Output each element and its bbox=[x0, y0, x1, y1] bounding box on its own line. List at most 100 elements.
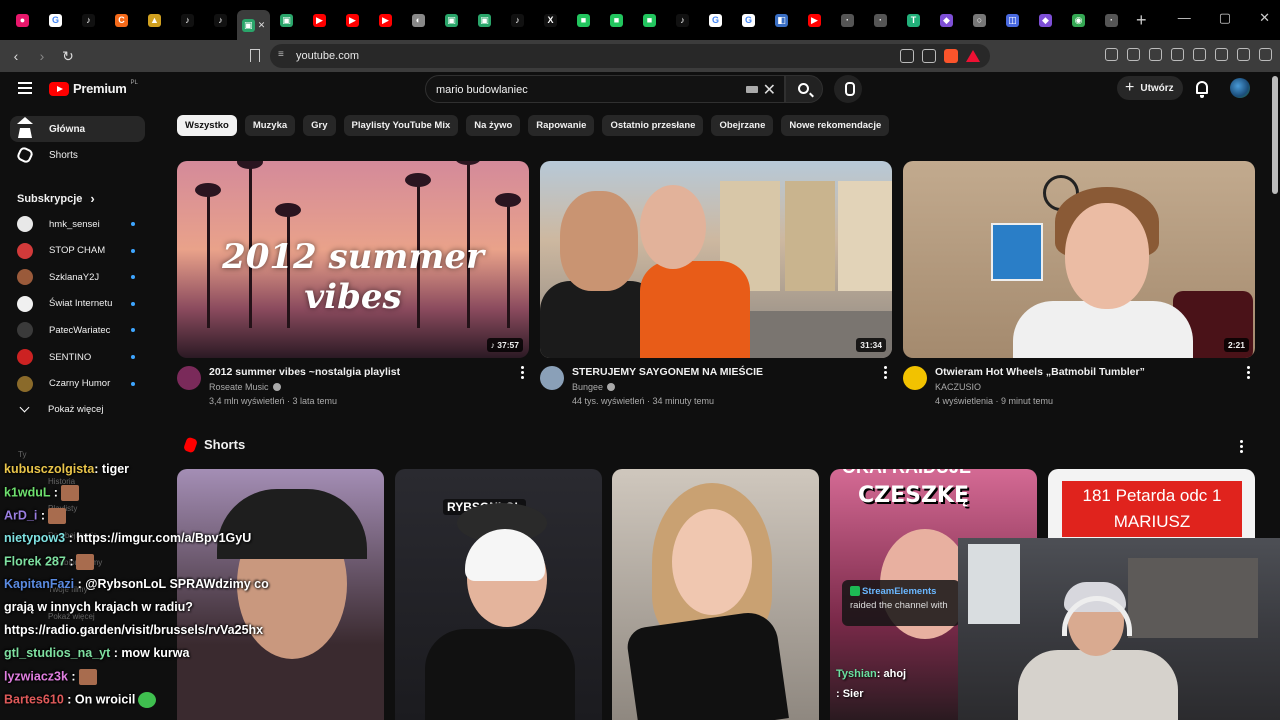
browser-tab[interactable]: ▣ bbox=[270, 7, 303, 33]
close-tab-icon[interactable]: ✕ bbox=[258, 20, 266, 31]
browser-tab[interactable]: G bbox=[39, 7, 72, 33]
filter-chip[interactable]: Rapowanie bbox=[528, 115, 595, 136]
video-card[interactable]: 31:34 STERUJEMY SAYGONEM NA MIEŚCIE Bung… bbox=[540, 161, 892, 418]
browser-tab[interactable]: ◐ bbox=[402, 7, 435, 33]
filter-chip[interactable]: Na żywo bbox=[466, 115, 521, 136]
browser-tab[interactable]: ◉ bbox=[1062, 7, 1095, 33]
browser-tab[interactable]: ▣ ✕ bbox=[237, 10, 270, 40]
youtube-premium-logo[interactable]: Premium PL bbox=[49, 80, 138, 96]
video-thumbnail[interactable]: 2012 summer vibes ♪ 37:57 bbox=[177, 161, 529, 358]
reading-list-icon[interactable] bbox=[1171, 48, 1184, 61]
media-icon[interactable] bbox=[1149, 48, 1162, 61]
page-scrollbar[interactable] bbox=[1272, 76, 1278, 194]
subscription-item[interactable]: Świat Internetu bbox=[10, 291, 145, 317]
forward-icon[interactable]: › bbox=[32, 48, 52, 64]
minimize-button[interactable]: — bbox=[1178, 10, 1191, 26]
shorts-more-icon[interactable] bbox=[1240, 440, 1244, 455]
subscription-item[interactable]: hmk_sensei bbox=[10, 211, 145, 237]
browser-tab[interactable]: · bbox=[831, 7, 864, 33]
subscription-item[interactable]: Czarny Humor bbox=[10, 371, 145, 397]
subscription-item[interactable]: STOP CHAM bbox=[10, 238, 145, 264]
filter-chip[interactable]: Muzyka bbox=[244, 115, 296, 136]
filter-chip[interactable]: Nowe rekomendacje bbox=[781, 115, 890, 136]
short-card[interactable]: RYBSONLOL bbox=[395, 469, 602, 720]
leo-ai-icon[interactable] bbox=[1215, 48, 1228, 61]
browser-tab[interactable]: ▶ bbox=[303, 7, 336, 33]
video-card[interactable]: 2:21 Otwieram Hot Wheels „Batmobil Tumbl… bbox=[903, 161, 1255, 418]
filter-chip[interactable]: Ostatnio przesłane bbox=[602, 115, 704, 136]
browser-tab[interactable]: ▲ bbox=[138, 7, 171, 33]
video-title[interactable]: STERUJEMY SAYGONEM NA MIEŚCIE bbox=[572, 366, 763, 378]
channel-name[interactable]: KACZUSIO bbox=[935, 382, 981, 392]
browser-tab[interactable]: ■ bbox=[600, 7, 633, 33]
filter-chip[interactable]: Playlisty YouTube Mix bbox=[343, 115, 459, 136]
close-window-button[interactable]: ✕ bbox=[1259, 10, 1270, 26]
extensions-icon[interactable] bbox=[1105, 48, 1118, 61]
show-more-button[interactable]: Pokaż więcej bbox=[17, 402, 103, 415]
browser-tab[interactable]: ■ bbox=[633, 7, 666, 33]
browser-tab[interactable]: ● bbox=[6, 7, 39, 33]
short-card[interactable] bbox=[612, 469, 819, 720]
browser-tab[interactable]: G bbox=[732, 7, 765, 33]
address-bar[interactable]: ≡ youtube.com bbox=[270, 44, 990, 68]
video-thumbnail[interactable]: 31:34 bbox=[540, 161, 892, 358]
subscription-item[interactable]: SzklanaY2J bbox=[10, 264, 145, 290]
browser-tab[interactable]: · bbox=[864, 7, 897, 33]
channel-name[interactable]: Bungee bbox=[572, 382, 616, 392]
browser-tab[interactable]: ◫ bbox=[996, 7, 1029, 33]
more-actions-icon[interactable] bbox=[884, 366, 888, 381]
channel-name[interactable]: Roseate Music bbox=[209, 382, 281, 392]
subscription-item[interactable]: PatecWariatec bbox=[10, 317, 145, 343]
keyboard-icon[interactable] bbox=[746, 86, 758, 93]
voice-search-button[interactable] bbox=[834, 75, 862, 103]
browser-tab[interactable]: ◆ bbox=[1029, 7, 1062, 33]
browser-tab[interactable]: · bbox=[1095, 7, 1128, 33]
browser-tab[interactable]: ○ bbox=[963, 7, 996, 33]
vpn-icon[interactable] bbox=[1237, 48, 1250, 61]
browser-tab[interactable]: T bbox=[897, 7, 930, 33]
new-tab-button[interactable]: + bbox=[1136, 10, 1147, 31]
create-button[interactable]: + Utwórz bbox=[1117, 76, 1183, 100]
wallet-icon[interactable] bbox=[1193, 48, 1206, 61]
channel-avatar[interactable] bbox=[540, 366, 564, 390]
channel-avatar[interactable] bbox=[177, 366, 201, 390]
video-thumbnail[interactable]: 2:21 bbox=[903, 161, 1255, 358]
filter-chip[interactable]: Gry bbox=[303, 115, 336, 136]
search-button[interactable] bbox=[785, 75, 823, 103]
brave-rewards-icon[interactable] bbox=[966, 50, 980, 62]
more-actions-icon[interactable] bbox=[521, 366, 525, 381]
browser-tab[interactable]: ♪ bbox=[666, 7, 699, 33]
channel-avatar[interactable] bbox=[903, 366, 927, 390]
maximize-button[interactable]: ▢ bbox=[1219, 10, 1231, 26]
browser-tab[interactable]: C bbox=[105, 7, 138, 33]
video-title[interactable]: Otwieram Hot Wheels „Batmobil Tumbler” bbox=[935, 366, 1145, 378]
sidebar-item-home[interactable]: Główna bbox=[10, 116, 145, 142]
search-input[interactable]: mario budowlaniec ✕ bbox=[425, 75, 785, 103]
browser-tab[interactable]: ♪ bbox=[72, 7, 105, 33]
browser-tab[interactable]: G bbox=[699, 7, 732, 33]
browser-tab[interactable]: ■ bbox=[567, 7, 600, 33]
back-icon[interactable]: ‹ bbox=[6, 48, 26, 64]
guide-menu-icon[interactable] bbox=[18, 82, 32, 97]
subscriptions-header[interactable]: Subskrypcje › bbox=[17, 191, 95, 206]
video-title[interactable]: 2012 summer vibes ~nostalgia playlist bbox=[209, 366, 400, 378]
clear-search-icon[interactable]: ✕ bbox=[763, 80, 776, 100]
browser-tab[interactable]: ▶ bbox=[336, 7, 369, 33]
browser-tab[interactable]: ▶ bbox=[798, 7, 831, 33]
notifications-bell-icon[interactable] bbox=[1196, 81, 1208, 98]
video-card[interactable]: 2012 summer vibes ♪ 37:57 2012 summer vi… bbox=[177, 161, 529, 418]
browser-tab[interactable]: ▶ bbox=[369, 7, 402, 33]
cast-icon[interactable] bbox=[900, 49, 914, 63]
browser-tab[interactable]: ▣ bbox=[435, 7, 468, 33]
reload-icon[interactable]: ↻ bbox=[58, 48, 78, 65]
subscription-item[interactable]: SENTINO bbox=[10, 344, 145, 370]
browser-tab[interactable]: ♪ bbox=[171, 7, 204, 33]
share-icon[interactable] bbox=[922, 49, 936, 63]
menu-icon[interactable] bbox=[1259, 48, 1272, 61]
browser-tab[interactable]: ▣ bbox=[468, 7, 501, 33]
brave-shields-icon[interactable] bbox=[944, 49, 958, 63]
browser-tab[interactable]: ◆ bbox=[930, 7, 963, 33]
browser-tab[interactable]: ◧ bbox=[765, 7, 798, 33]
browser-tab[interactable]: ♪ bbox=[204, 7, 237, 33]
filter-chip[interactable]: Obejrzane bbox=[711, 115, 774, 136]
